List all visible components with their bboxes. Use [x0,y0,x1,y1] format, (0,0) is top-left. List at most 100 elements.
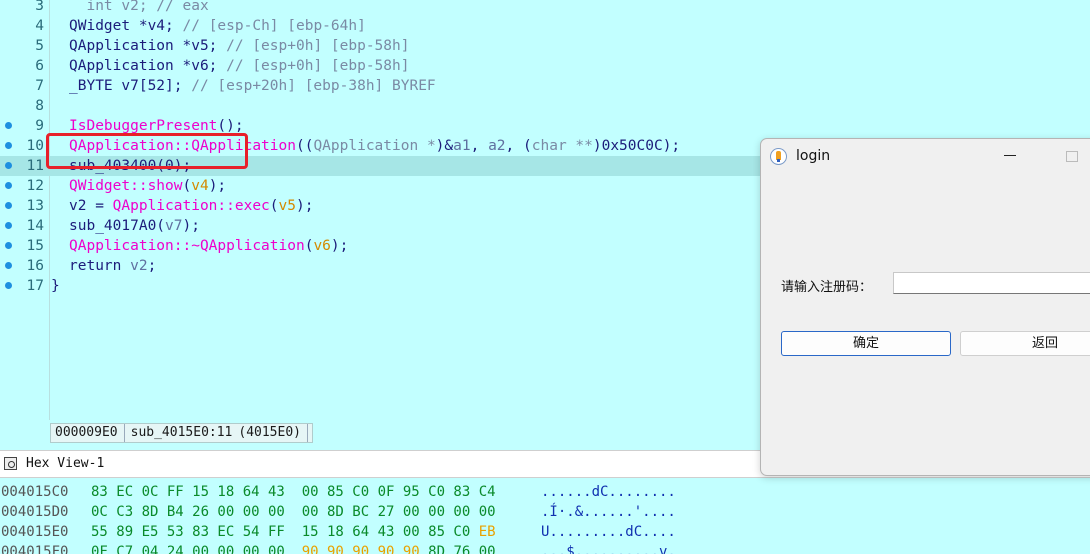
hex-row[interactable]: 004015F0 0F C7 04 24 00 00 00 00 90 90 90… [0,542,1090,554]
code-token: )0x50C0C); [592,138,681,154]
code-token: v5 [278,198,296,214]
maximize-button[interactable] [1059,146,1087,166]
hex-row[interactable]: 004015D0 0C C3 8D B4 26 00 00 00 00 8D BC… [0,502,1090,522]
code-token: QApplication * [313,138,436,154]
hex-address: 004015F0 [1,544,69,554]
code-token: ); [330,238,349,254]
back-button[interactable]: 返回 [960,331,1090,356]
code-token: QWidget::show [69,178,183,194]
login-titlebar[interactable]: login [761,139,1090,175]
code-token: v2 = [69,198,113,214]
line-number: 16 [26,258,44,274]
code-line[interactable]: 8 [0,96,1090,116]
code-token: v7 [165,218,183,234]
code-text: } [51,276,60,296]
login-window-title: login [796,148,831,164]
highlight-callout-box [46,133,248,169]
code-line[interactable]: 7 _BYTE v7[52]; // [esp+20h] [ebp-38h] BY… [0,76,1090,96]
hex-byte-group: 0F C7 04 24 00 00 00 00 [91,544,302,554]
line-number: 13 [26,198,44,214]
line-number: 17 [26,278,44,294]
hex-byte-group: EB [478,524,496,540]
breakpoint-dot-icon[interactable] [5,282,12,289]
code-token: ); [296,198,314,214]
code-token: (( [295,138,314,154]
code-token: v2 [130,258,148,274]
code-token: a1 [453,138,471,154]
hex-view-icon [4,457,17,470]
hex-byte-group: 55 89 E5 53 83 EC 54 FF 15 18 64 43 00 8… [91,524,479,540]
code-token: // [esp+0h] [ebp-58h] [226,38,410,54]
code-token: QWidget *v4; [69,18,183,34]
code-token: (); [217,118,244,134]
status-address: (4015E0) [238,425,301,440]
registration-code-input[interactable] [893,272,1090,294]
breakpoint-dot-icon[interactable] [5,142,12,149]
code-token: QApplication::~QApplication [69,238,305,254]
app-icon [770,148,787,165]
hex-ascii: ......dC........ [541,484,676,500]
code-text: int v2; // eax [69,0,208,16]
line-number: 9 [35,118,44,134]
hex-view[interactable]: 004015C0 83 EC 0C FF 15 18 64 43 00 85 C0… [0,478,1090,554]
code-token: char ** [531,138,593,154]
breakpoint-dot-icon[interactable] [5,122,12,129]
hex-ascii: U.........dC.... [541,524,676,540]
line-number: 12 [26,178,44,194]
line-number: 15 [26,238,44,254]
hex-byte-group: 0C C3 8D B4 26 00 00 00 00 8D BC 27 00 0… [91,504,496,520]
code-line[interactable]: 4 QWidget *v4; // [esp-Ch] [ebp-64h] [0,16,1090,36]
line-number: 11 [26,158,44,174]
hex-row[interactable]: 004015E0 55 89 E5 53 83 EC 54 FF 15 18 64… [0,522,1090,542]
code-token: QApplication::exec [112,198,270,214]
code-token: _BYTE v7[52]; [69,78,192,94]
hex-byte-group: 90 90 90 90 90 [301,544,420,554]
code-token: sub_4017A0( [69,218,166,234]
hex-byte-group: 8D 76 00 [419,544,496,554]
code-token: ; [147,258,157,274]
login-window[interactable]: login 请输入注册码： 确定 返回 [760,138,1090,476]
breakpoint-dot-icon[interactable] [5,222,12,229]
code-text: return v2; [69,256,156,276]
breakpoint-dot-icon[interactable] [5,162,12,169]
minimize-button[interactable] [997,146,1025,166]
breakpoint-dot-icon[interactable] [5,262,12,269]
code-token: ( [269,198,279,214]
hex-bytes: 0C C3 8D B4 26 00 00 00 00 8D BC 27 00 0… [91,502,496,522]
code-token: , ( [505,138,532,154]
code-token: IsDebuggerPresent [69,118,218,134]
code-text: QApplication *v5; // [esp+0h] [ebp-58h] [69,36,409,56]
code-token: return [69,258,131,274]
code-line[interactable]: 3 int v2; // eax [0,0,1090,16]
line-number: 3 [35,0,44,14]
hex-bytes: 83 EC 0C FF 15 18 64 43 00 85 C0 0F 95 C… [91,482,496,502]
ok-button[interactable]: 确定 [781,331,951,356]
line-number: 7 [35,78,44,94]
code-text: _BYTE v7[52]; // [esp+20h] [ebp-38h] BYR… [69,76,436,96]
line-number: 5 [35,38,44,54]
hex-address: 004015E0 [1,524,69,540]
code-line[interactable]: 5 QApplication *v5; // [esp+0h] [ebp-58h] [0,36,1090,56]
code-token: )& [435,138,454,154]
code-text: v2 = QApplication::exec(v5); [69,196,313,216]
hex-row[interactable]: 004015C0 83 EC 0C FF 15 18 64 43 00 85 C0… [0,482,1090,502]
breakpoint-dot-icon[interactable] [5,202,12,209]
line-number: 8 [35,98,44,114]
line-number: 6 [35,58,44,74]
breakpoint-dot-icon[interactable] [5,242,12,249]
hex-ascii: .Í·.&......'.... [541,504,676,520]
code-token: // [esp+20h] [ebp-38h] BYREF [191,78,436,94]
code-text: QApplication::~QApplication(v6); [69,236,348,256]
status-location: sub_4015E0:11 [130,425,233,440]
code-text: sub_4017A0(v7); [69,216,200,236]
code-text: QWidget *v4; // [esp-Ch] [ebp-64h] [69,16,366,36]
code-token: v4 [191,178,209,194]
code-line[interactable]: 6 QApplication *v6; // [esp+0h] [ebp-58h] [0,56,1090,76]
breakpoint-dot-icon[interactable] [5,182,12,189]
code-token: , [470,138,489,154]
code-token: a2 [488,138,506,154]
hex-byte-group: 83 EC 0C FF 15 18 64 43 00 85 C0 0F 95 C… [91,484,496,500]
code-token: // [esp-Ch] [ebp-64h] [182,18,366,34]
registration-code-label: 请输入注册码： [781,280,873,295]
code-text: QWidget::show(v4); [69,176,226,196]
